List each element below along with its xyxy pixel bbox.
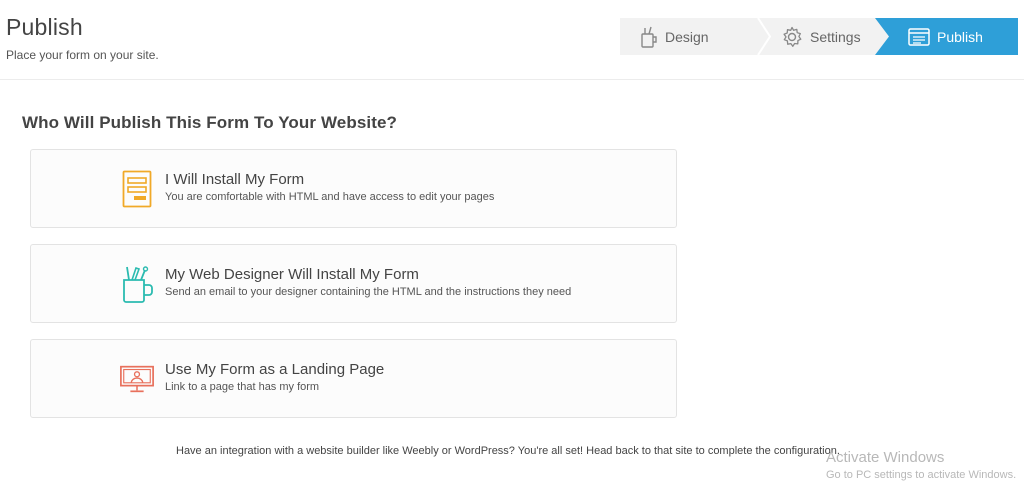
wizard-step-design-label: Design <box>665 28 709 45</box>
wizard-step-design[interactable]: Design <box>638 18 748 55</box>
option-title: I Will Install My Form <box>165 171 305 188</box>
browser-window-icon <box>908 27 930 46</box>
form-document-icon <box>119 169 155 209</box>
option-title: My Web Designer Will Install My Form <box>165 266 419 283</box>
wizard-steps: Design Settings Publish <box>620 18 1018 55</box>
pencil-cup-icon <box>638 26 658 48</box>
option-description: Link to a page that has my form <box>165 381 320 393</box>
wizard-step-publish-label: Publish <box>937 28 983 45</box>
option-title: Use My Form as a Landing Page <box>165 361 385 378</box>
page-subtitle: Place your form on your site. <box>6 48 159 62</box>
wizard-step-settings-label: Settings <box>810 28 861 45</box>
activate-windows-subtext: Go to PC settings to activate Windows. <box>826 469 1017 481</box>
page-header: Publish Place your form on your site. De… <box>0 0 1024 80</box>
presenter-screen-icon <box>119 359 155 399</box>
gear-icon <box>781 26 803 48</box>
designer-tools-cup-icon <box>119 264 155 304</box>
option-web-designer[interactable]: My Web Designer Will Install My Form Sen… <box>30 244 677 323</box>
page-title: Publish <box>6 14 83 40</box>
integration-footnote: Have an integration with a website build… <box>176 445 840 457</box>
publish-page: Publish Place your form on your site. De… <box>0 0 1024 482</box>
option-description: You are comfortable with HTML and have a… <box>165 191 495 203</box>
wizard-chevron <box>757 18 772 55</box>
wizard-step-publish[interactable]: Publish <box>875 18 1018 55</box>
wizard-step-settings[interactable]: Settings <box>781 18 881 55</box>
activate-windows-watermark: Activate Windows <box>826 449 945 466</box>
option-description: Send an email to your designer containin… <box>165 286 572 298</box>
publish-question: Who Will Publish This Form To Your Websi… <box>22 113 397 132</box>
option-landing-page[interactable]: Use My Form as a Landing Page Link to a … <box>30 339 677 418</box>
option-install-myself[interactable]: I Will Install My Form You are comfortab… <box>30 149 677 228</box>
